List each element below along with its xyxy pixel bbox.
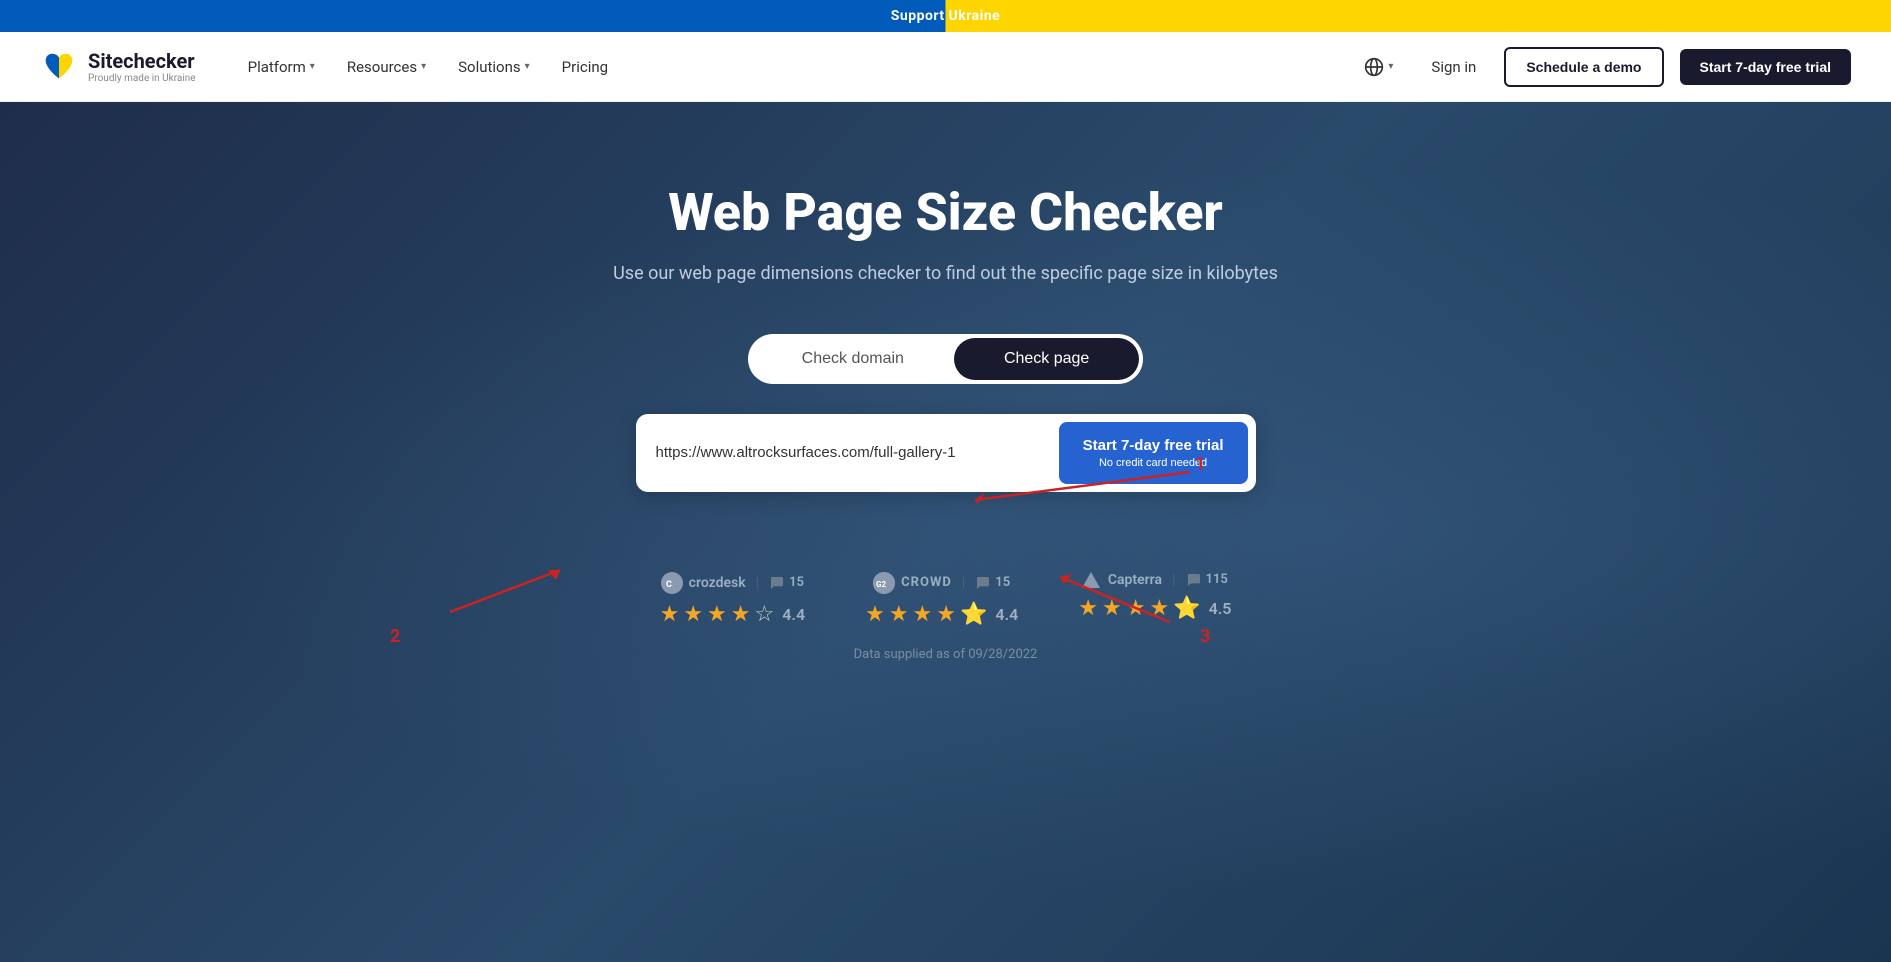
nav-solutions[interactable]: Solutions ▾	[446, 50, 542, 84]
g2crowd-stars: ★ ★ ★ ★ ⭐ 4.4	[865, 602, 1018, 627]
comment-icon	[1186, 572, 1202, 588]
nav-resources[interactable]: Resources ▾	[335, 50, 438, 84]
check-page-tab[interactable]: Check page	[954, 338, 1139, 380]
nav-platform[interactable]: Platform ▾	[236, 50, 327, 84]
logo-name: Sitechecker	[88, 49, 196, 73]
start-trial-cta-button[interactable]: Start 7-day free trial No credit card ne…	[1059, 422, 1248, 484]
svg-text:2: 2	[390, 626, 400, 647]
chevron-down-icon: ▾	[525, 61, 530, 72]
logo-icon	[40, 48, 78, 86]
data-note: Data supplied as of 09/28/2022	[854, 647, 1038, 662]
g2crowd-icon: G2	[873, 572, 895, 594]
logo-tagline: Proudly made in Ukraine	[88, 73, 196, 84]
check-domain-tab[interactable]: Check domain	[752, 338, 954, 380]
language-selector[interactable]: ▾	[1354, 51, 1403, 83]
chevron-down-icon: ▾	[421, 61, 426, 72]
comment-icon	[975, 575, 991, 591]
g2crowd-rating: G2 CROWD | 15 ★ ★ ★ ★ ⭐	[865, 572, 1018, 627]
g2crowd-label: CROWD	[901, 575, 952, 590]
logo[interactable]: Sitechecker Proudly made in Ukraine	[40, 48, 196, 86]
ratings-section: C crozdesk | 15 ★ ★ ★ ★ ☆	[660, 572, 1232, 627]
logo-text: Sitechecker Proudly made in Ukraine	[88, 49, 196, 84]
hero-subtitle: Use our web page dimensions checker to f…	[613, 263, 1278, 284]
hero-section: 1 2 3 Web Page Size Checker Use our web …	[0, 102, 1891, 962]
hero-title: Web Page Size Checker	[668, 182, 1223, 243]
header-right: ▾ Sign in Schedule a demo Start 7-day fr…	[1354, 47, 1851, 87]
url-input-container: Start 7-day free trial No credit card ne…	[636, 414, 1256, 492]
schedule-demo-button[interactable]: Schedule a demo	[1504, 47, 1663, 87]
signin-link[interactable]: Sign in	[1419, 52, 1488, 82]
ukraine-banner-text: Support Ukraine	[891, 8, 1001, 24]
start-trial-header-button[interactable]: Start 7-day free trial	[1680, 49, 1852, 85]
crozdesk-icon: C	[661, 572, 683, 594]
ukraine-banner: Support Ukraine	[0, 0, 1891, 32]
header: Sitechecker Proudly made in Ukraine Plat…	[0, 32, 1891, 102]
crozdesk-label: crozdesk	[689, 575, 746, 591]
main-nav: Platform ▾ Resources ▾ Solutions ▾ Prici…	[236, 50, 1355, 84]
tab-toggle: Check domain Check page	[748, 334, 1144, 384]
chevron-down-icon: ▾	[1388, 61, 1393, 72]
nav-pricing[interactable]: Pricing	[550, 50, 620, 84]
globe-icon	[1364, 57, 1384, 77]
chevron-down-icon: ▾	[310, 61, 315, 72]
svg-text:3: 3	[1200, 626, 1210, 647]
capterra-icon	[1082, 572, 1100, 588]
capterra-stars: ★ ★ ★ ★ ⭐ 4.5	[1078, 596, 1231, 621]
url-input[interactable]	[656, 444, 1059, 461]
crozdesk-stars: ★ ★ ★ ★ ☆ 4.4	[660, 602, 806, 627]
capterra-rating: Capterra | 115 ★ ★ ★ ★ ⭐ 4.5	[1078, 572, 1231, 621]
crozdesk-rating: C crozdesk | 15 ★ ★ ★ ★ ☆	[660, 572, 806, 627]
comment-icon	[769, 575, 785, 591]
svg-text:G2: G2	[876, 580, 886, 589]
svg-text:C: C	[666, 580, 672, 590]
capterra-label: Capterra	[1108, 572, 1162, 588]
